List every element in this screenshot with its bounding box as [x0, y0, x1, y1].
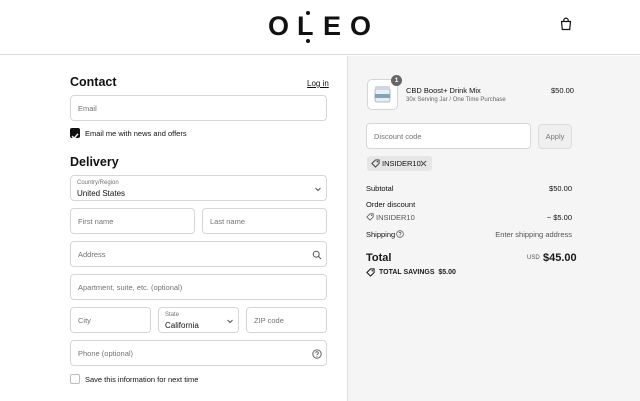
order-discount-label: Order discount: [366, 200, 416, 209]
product-subtitle: 30x Serving Jar / One Time Purchase: [406, 97, 506, 103]
state-value: California: [165, 321, 199, 330]
chevron-down-icon: [227, 319, 233, 324]
tag-icon: [366, 213, 374, 221]
search-icon: [312, 250, 322, 260]
city-field[interactable]: City: [70, 307, 151, 333]
shipping-value: Enter shipping address: [495, 230, 572, 239]
first-name-field[interactable]: First name: [70, 208, 195, 234]
save-info-checkbox[interactable]: [70, 374, 80, 384]
discount-placeholder: Discount code: [374, 132, 422, 141]
oleo-logo[interactable]: O L E O: [268, 10, 378, 46]
product-price: $50.00: [551, 86, 574, 95]
shipping-label: Shipping: [366, 230, 396, 239]
apply-button[interactable]: Apply: [538, 124, 572, 149]
savings-value: $5.00: [438, 269, 456, 276]
subtotal-label: Subtotal: [366, 184, 394, 193]
contact-heading: Contact: [70, 75, 117, 89]
delivery-heading: Delivery: [70, 155, 119, 169]
zip-field[interactable]: ZIP code: [246, 307, 327, 333]
newsletter-label: Email me with news and offers: [85, 129, 187, 138]
total-label: Total: [366, 252, 392, 264]
check-icon: [71, 133, 79, 140]
apartment-placeholder: Apartment, suite, etc. (optional): [78, 283, 183, 292]
subtotal-value: $50.00: [549, 184, 572, 193]
total-savings: TOTAL SAVINGS $5.00: [379, 269, 456, 276]
address-field[interactable]: Address: [70, 241, 327, 267]
discount-chip: INSIDER10: [367, 156, 432, 171]
country-label: Country/Region: [77, 180, 119, 186]
quantity-badge: 1: [391, 75, 402, 86]
discount-code-field[interactable]: Discount code: [366, 123, 531, 149]
chevron-down-icon: [315, 187, 321, 192]
save-info-label: Save this information for next time: [85, 375, 199, 384]
shopping-bag-icon[interactable]: [559, 17, 573, 31]
help-icon[interactable]: [312, 349, 322, 359]
tag-icon: [366, 268, 375, 277]
newsletter-checkbox[interactable]: [70, 128, 80, 140]
total-currency: USD: [527, 255, 540, 261]
tag-icon: [371, 159, 380, 168]
email-field[interactable]: Email: [70, 95, 327, 121]
state-select[interactable]: State California: [158, 307, 239, 333]
close-icon[interactable]: [420, 160, 427, 167]
apartment-field[interactable]: Apartment, suite, etc. (optional): [70, 274, 327, 300]
email-placeholder: Email: [78, 104, 97, 113]
help-icon[interactable]: [396, 230, 404, 238]
total-value: $45.00: [543, 252, 577, 264]
header: O L E O: [0, 0, 640, 55]
last-name-field[interactable]: Last name: [202, 208, 327, 234]
phone-field[interactable]: Phone (optional): [70, 340, 327, 366]
last-name-placeholder: Last name: [210, 217, 246, 226]
city-placeholder: City: [78, 316, 91, 325]
product-title: CBD Boost+ Drink Mix: [406, 86, 481, 95]
address-placeholder: Address: [78, 250, 106, 259]
phone-placeholder: Phone (optional): [78, 349, 134, 358]
discount-chip-code: INSIDER10: [382, 159, 421, 168]
country-select[interactable]: Country/Region United States: [70, 175, 327, 201]
savings-label: TOTAL SAVINGS: [379, 269, 435, 276]
country-value: United States: [77, 189, 126, 198]
login-link[interactable]: Log in: [307, 79, 329, 88]
state-label: State: [165, 312, 180, 318]
discount-code-label: INSIDER10: [376, 213, 415, 222]
discount-value: − $5.00: [546, 213, 572, 222]
zip-placeholder: ZIP code: [254, 316, 284, 325]
first-name-placeholder: First name: [78, 217, 114, 226]
